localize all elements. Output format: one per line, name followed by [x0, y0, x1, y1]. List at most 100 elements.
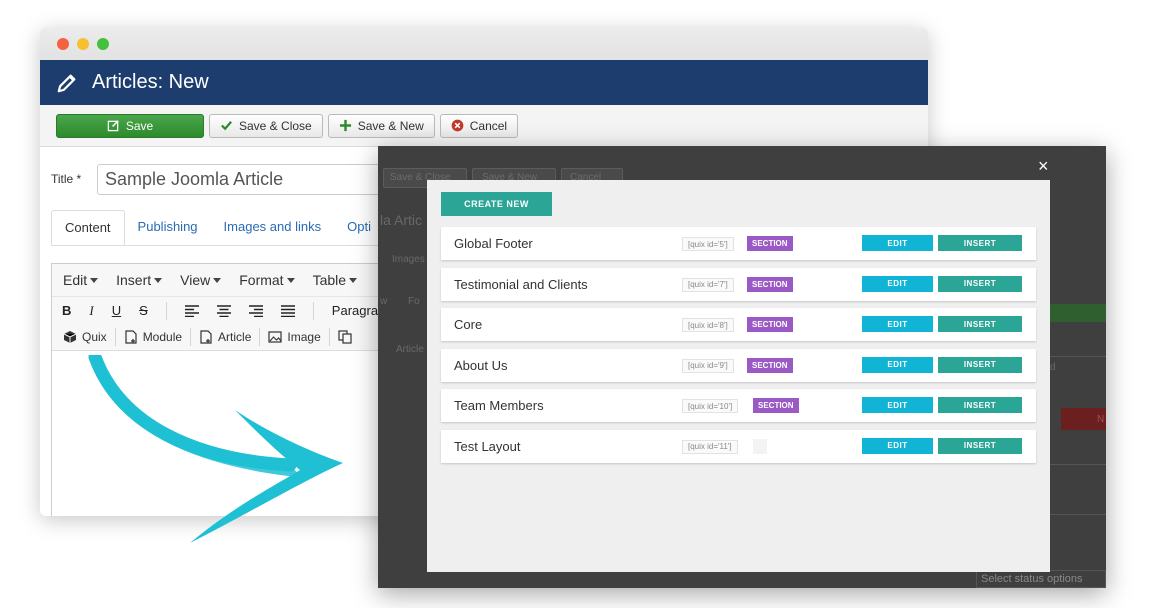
edit-button[interactable]: EDIT: [862, 397, 933, 414]
caret-down-icon: [286, 277, 295, 283]
italic-button[interactable]: I: [89, 303, 93, 319]
strikethrough-button[interactable]: S: [139, 303, 148, 318]
save-close-button[interactable]: Save & Close: [209, 113, 323, 138]
image-button[interactable]: Image: [268, 330, 321, 344]
layout-row: Global Footer [quix id='5'] SECTION EDIT INS…: [441, 227, 1036, 260]
type-badge: SECTION: [747, 357, 793, 373]
edit-button[interactable]: EDIT: [862, 316, 933, 333]
layout-name: Core: [454, 317, 483, 333]
tab-content[interactable]: Content: [51, 210, 125, 246]
ghost-n-fragment: N: [1097, 414, 1105, 425]
cancel-button[interactable]: Cancel: [439, 113, 519, 138]
edit-button[interactable]: EDIT: [862, 437, 933, 454]
insert-button[interactable]: INSERT: [938, 437, 1022, 454]
toolbar-separator: [165, 301, 167, 320]
underline-button[interactable]: U: [112, 303, 121, 318]
file-plus-icon: [200, 330, 212, 344]
page-title: Articles: New: [92, 71, 209, 93]
ghost-status-select: Select status options: [976, 570, 1106, 588]
menu-format[interactable]: Format: [239, 272, 295, 288]
ghost-green-strip: [1050, 304, 1106, 322]
caret-down-icon: [213, 277, 222, 283]
align-right-icon[interactable]: [248, 304, 263, 317]
title-input[interactable]: Sample Joomla Article: [97, 164, 397, 195]
edit-square-icon: [107, 120, 119, 132]
edit-button[interactable]: EDIT: [862, 356, 933, 373]
ghost-d-fragment: d: [1050, 362, 1056, 373]
ghost-article-fragment: Article: [396, 344, 424, 355]
layout-row: Core [quix id='8'] SECTION EDIT INSERT: [441, 308, 1036, 342]
maximize-window-dot[interactable]: [97, 38, 109, 50]
window-chrome: [40, 28, 928, 60]
close-window-dot[interactable]: [57, 38, 69, 50]
shortcode-text: [quix id='10']: [682, 399, 739, 414]
ghost-images-fragment: Images: [392, 254, 425, 265]
article-button[interactable]: Article: [199, 330, 251, 344]
menu-view[interactable]: View: [180, 272, 222, 288]
insert-button[interactable]: INSERT: [938, 356, 1022, 373]
type-badge: SECTION: [753, 398, 799, 414]
type-badge: SECTION: [747, 276, 793, 292]
module-button[interactable]: Module: [124, 330, 182, 344]
tab-options[interactable]: Opti: [334, 210, 384, 246]
page-header: Articles: New: [40, 60, 928, 105]
save-new-button[interactable]: Save & New: [327, 113, 435, 138]
layout-name: Team Members: [454, 398, 544, 414]
image-icon: [268, 331, 282, 343]
shortcode-text: [quix id='11']: [682, 439, 738, 454]
align-left-icon[interactable]: [184, 304, 199, 317]
type-badge: SECTION: [747, 317, 793, 333]
shortcode-text: [quix id='5']: [682, 237, 734, 251]
caret-down-icon: [90, 277, 99, 283]
toolbar-separator: [114, 328, 116, 346]
file-plus-icon: [125, 330, 137, 344]
insert-button[interactable]: INSERT: [938, 275, 1022, 292]
menu-edit[interactable]: Edit: [63, 272, 99, 288]
tab-publishing[interactable]: Publishing: [125, 210, 211, 246]
toolbar-separator: [259, 328, 261, 346]
save-button[interactable]: Save: [56, 113, 204, 138]
action-toolbar: Save Save & Close Save & New Cancel: [40, 105, 928, 147]
tab-images-and-links[interactable]: Images and links: [211, 210, 335, 246]
ghost-divider: [1050, 514, 1106, 515]
pencil-icon: [57, 74, 76, 92]
insert-button[interactable]: INSERT: [938, 235, 1022, 251]
ghost-w-fragment: w: [380, 296, 388, 307]
layout-name: Test Layout: [454, 438, 521, 454]
quix-library-modal: CREATE NEW Global Footer [quix id='5'] SEC…: [427, 180, 1050, 572]
checkmark-icon: [221, 121, 232, 131]
toolbar-separator: [312, 301, 314, 320]
ghost-title-fragment: la Artic: [380, 212, 423, 228]
type-badge: SECTION: [747, 236, 793, 251]
shortcode-text: [quix id='7']: [682, 277, 734, 292]
menu-table[interactable]: Table: [313, 272, 358, 288]
type-badge: [753, 438, 767, 454]
insert-button[interactable]: INSERT: [938, 316, 1022, 333]
align-justify-icon[interactable]: [280, 304, 295, 317]
align-center-icon[interactable]: [216, 304, 231, 317]
layout-row: Test Layout [quix id='11'] EDIT INSERT: [441, 429, 1036, 463]
layout-name: About Us: [454, 357, 508, 373]
edit-button[interactable]: EDIT: [862, 275, 933, 292]
plus-icon: [339, 119, 351, 132]
article-tabs: Content Publishing Images and links Opti: [51, 210, 384, 246]
layout-name: Global Footer: [454, 236, 533, 251]
minimize-window-dot[interactable]: [77, 38, 89, 50]
close-icon[interactable]: ×: [1038, 156, 1049, 177]
copy-icon[interactable]: [338, 330, 352, 344]
insert-button[interactable]: INSERT: [938, 397, 1022, 414]
quix-button[interactable]: Quix: [63, 330, 107, 344]
shortcode-text: [quix id='9']: [682, 358, 734, 373]
ghost-divider: [1050, 356, 1106, 357]
shortcode-text: [quix id='8']: [682, 318, 734, 333]
edit-button[interactable]: EDIT: [862, 235, 933, 251]
caret-down-icon: [154, 277, 163, 283]
title-label: Title *: [51, 172, 82, 186]
caret-down-icon: [349, 277, 358, 283]
arrow-illustration: [88, 355, 343, 543]
menu-insert[interactable]: Insert: [116, 272, 163, 288]
quix-overlay-window: Save & Close Save & New Cancel la Artic …: [378, 146, 1106, 588]
ghost-fo-fragment: Fo: [408, 296, 420, 307]
create-new-button[interactable]: CREATE NEW: [441, 192, 552, 216]
bold-button[interactable]: B: [62, 303, 71, 318]
